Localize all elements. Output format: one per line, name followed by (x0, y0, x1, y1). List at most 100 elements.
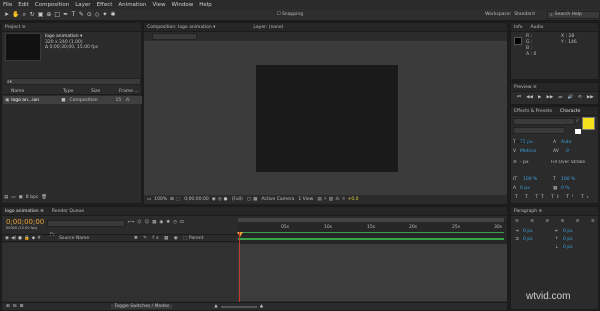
kerning-value[interactable]: Metrics (520, 149, 536, 154)
font-size-value[interactable]: 72 px (520, 140, 533, 145)
tsume-value[interactable]: 0 % (561, 186, 570, 191)
loop-icon[interactable]: ⟲ (578, 95, 582, 100)
snapping-checkbox[interactable]: ☐ Snapping (276, 12, 303, 17)
prev-frame-icon[interactable]: ◀◀ (526, 95, 533, 100)
grid-icon[interactable]: ⊞ (170, 197, 174, 202)
space-after-value[interactable]: 0 px (563, 245, 573, 250)
view-layout-select[interactable]: 1 View (298, 197, 313, 202)
pen-tool-icon[interactable]: ✒ (63, 11, 68, 18)
zoom-out-icon[interactable]: ▲ (214, 304, 217, 309)
next-frame-icon[interactable]: ▶▶ (546, 95, 553, 100)
new-comp-icon[interactable]: ▣ (19, 195, 23, 200)
audio-tab[interactable]: Audio (531, 25, 544, 30)
brush-tool-icon[interactable]: ✎ (79, 11, 84, 18)
timeline-search-field[interactable]: P▾ (47, 220, 125, 238)
eyedropper-icon[interactable]: ⁄ (577, 119, 578, 124)
layer-list-area[interactable] (2, 243, 238, 301)
color-channel-icon[interactable]: ● (224, 197, 228, 202)
space-before-value[interactable]: 0 px (563, 237, 573, 242)
composition-tab[interactable]: Composition: logo animation ▾ (147, 25, 215, 30)
audio-icon[interactable]: 🔊 (567, 95, 573, 100)
tracking-value[interactable]: 0 (566, 149, 569, 154)
menu-effect[interactable]: Effect (97, 2, 113, 8)
ram-preview-icon[interactable]: ▶▶ (587, 95, 594, 100)
snapshot-icon[interactable]: ◉ (212, 197, 216, 202)
timeline-track-area[interactable] (238, 244, 507, 301)
menu-view[interactable]: View (152, 2, 165, 8)
region-of-interest-icon[interactable]: ▢ (247, 197, 251, 202)
hand-tool-icon[interactable]: ✋ (12, 11, 19, 18)
horizontal-scale-value[interactable]: 100 % (561, 177, 575, 182)
menu-help[interactable]: Help (199, 2, 212, 8)
switches-column-icons[interactable]: ✱ ✎ fx ▦ ◉ ⬚ (134, 236, 189, 241)
comp-canvas[interactable] (256, 65, 398, 172)
rectangle-tool-icon[interactable]: □ (54, 11, 60, 18)
work-area-bar[interactable] (238, 218, 504, 222)
timeline-icon[interactable]: ▥ (329, 197, 333, 202)
toggle-switches-modes-button[interactable]: Toggle Switches / Modes (111, 304, 173, 309)
zoom-in-icon[interactable]: ▲ (260, 304, 263, 309)
auto-keyframe-icon[interactable]: ◷ (173, 220, 177, 225)
indent-left-value[interactable]: 0 px (523, 229, 533, 234)
zoom-slider[interactable] (220, 305, 257, 308)
paragraph-tab[interactable]: Paragraph ≡ (514, 209, 542, 214)
exposure-icon[interactable]: ☼ (342, 197, 346, 202)
comp-name-label[interactable]: logo animation ▾ (45, 34, 82, 39)
layer-tab[interactable]: Layer: (none) (253, 25, 283, 30)
timeline-timecode[interactable]: 0;00;00;00 (6, 218, 44, 226)
first-frame-icon[interactable]: ⏮ (517, 94, 521, 100)
col-size[interactable]: Size (91, 89, 119, 94)
puppet-tool-icon[interactable]: ✱ (110, 11, 115, 18)
workspace-select[interactable]: Standard (514, 12, 547, 17)
menu-composition[interactable]: Composition (35, 2, 69, 8)
bpc-label[interactable]: 8 bpc (26, 195, 38, 200)
camera-tool-icon[interactable]: ▣ (38, 11, 44, 18)
project-tab[interactable]: Project ≡ (5, 25, 26, 30)
effects-presets-tab[interactable]: Effects & Presets (514, 109, 552, 114)
stroke-color-swatch[interactable] (575, 129, 581, 134)
menu-edit[interactable]: Edit (18, 2, 29, 8)
shy-icon[interactable]: ☺ (144, 220, 149, 225)
source-name-column[interactable]: Source Name (59, 236, 114, 241)
show-snapshot-icon[interactable]: ◎ (218, 197, 222, 202)
menu-file[interactable]: File (3, 2, 12, 8)
fill-color-swatch[interactable] (582, 117, 595, 130)
preview-tab[interactable]: Preview ≡ (514, 85, 537, 90)
time-ruler[interactable]: 05s 10s 15s 20s 25s 30s (237, 218, 507, 244)
mask-visibility-icon[interactable]: ⬚ (176, 197, 180, 202)
menu-layer[interactable]: Layer (75, 2, 90, 8)
trash-icon[interactable]: 🗑 (41, 195, 47, 200)
vertical-scale-value[interactable]: 100 % (523, 177, 537, 182)
frame-blending-icon[interactable]: ▦ (152, 220, 156, 225)
solo-toggle-icon[interactable]: ● (18, 236, 22, 241)
brainstorm-icon[interactable]: ✺ (166, 220, 170, 225)
toggle-pixel-icon[interactable]: ▤ (317, 197, 321, 202)
audio-toggle-icon[interactable]: ◀) (11, 236, 16, 241)
always-preview-icon[interactable]: ▭ (147, 197, 151, 202)
col-type[interactable]: Type (63, 89, 91, 94)
project-search-field[interactable]: ⌕▾ (5, 78, 141, 85)
lock-toggle-icon[interactable]: 🔒 (24, 236, 30, 241)
eraser-tool-icon[interactable]: ◇ (95, 11, 100, 18)
font-select[interactable]: Times New Roman (513, 118, 575, 136)
first-line-indent-value[interactable]: 0 px (523, 237, 533, 242)
render-queue-tab[interactable]: Render Queue (52, 209, 84, 214)
flowchart-view-icon[interactable]: ⁂ (335, 197, 340, 202)
interpret-footage-icon[interactable]: ▤ (4, 195, 8, 200)
text-style-buttons[interactable]: T T TT Tt T¹ T₁ (515, 195, 592, 200)
comp-mini-flowchart-icon[interactable]: ⟷ (128, 220, 134, 225)
search-help-field[interactable]: ⌕ Search Help (547, 10, 600, 19)
col-frame-rate[interactable]: Frame ... (119, 89, 139, 94)
roto-tool-icon[interactable]: ✦ (102, 11, 107, 18)
stroke-width-value[interactable]: - px (520, 160, 529, 165)
label-column-icon[interactable]: ◆ (32, 236, 35, 241)
zoom-select[interactable]: 100% (154, 197, 167, 202)
selection-tool-icon[interactable]: ➤ (4, 11, 9, 18)
baseline-shift-value[interactable]: 0 px (520, 186, 530, 191)
font-style-select[interactable]: Regular (513, 127, 565, 145)
character-tab[interactable]: Characte (560, 109, 580, 114)
clone-tool-icon[interactable]: ⊙ (87, 11, 92, 18)
rotate-tool-icon[interactable]: ↻ (30, 11, 35, 18)
leading-value[interactable]: Auto (561, 140, 571, 145)
transparency-grid-icon[interactable]: ▦ (253, 197, 257, 202)
